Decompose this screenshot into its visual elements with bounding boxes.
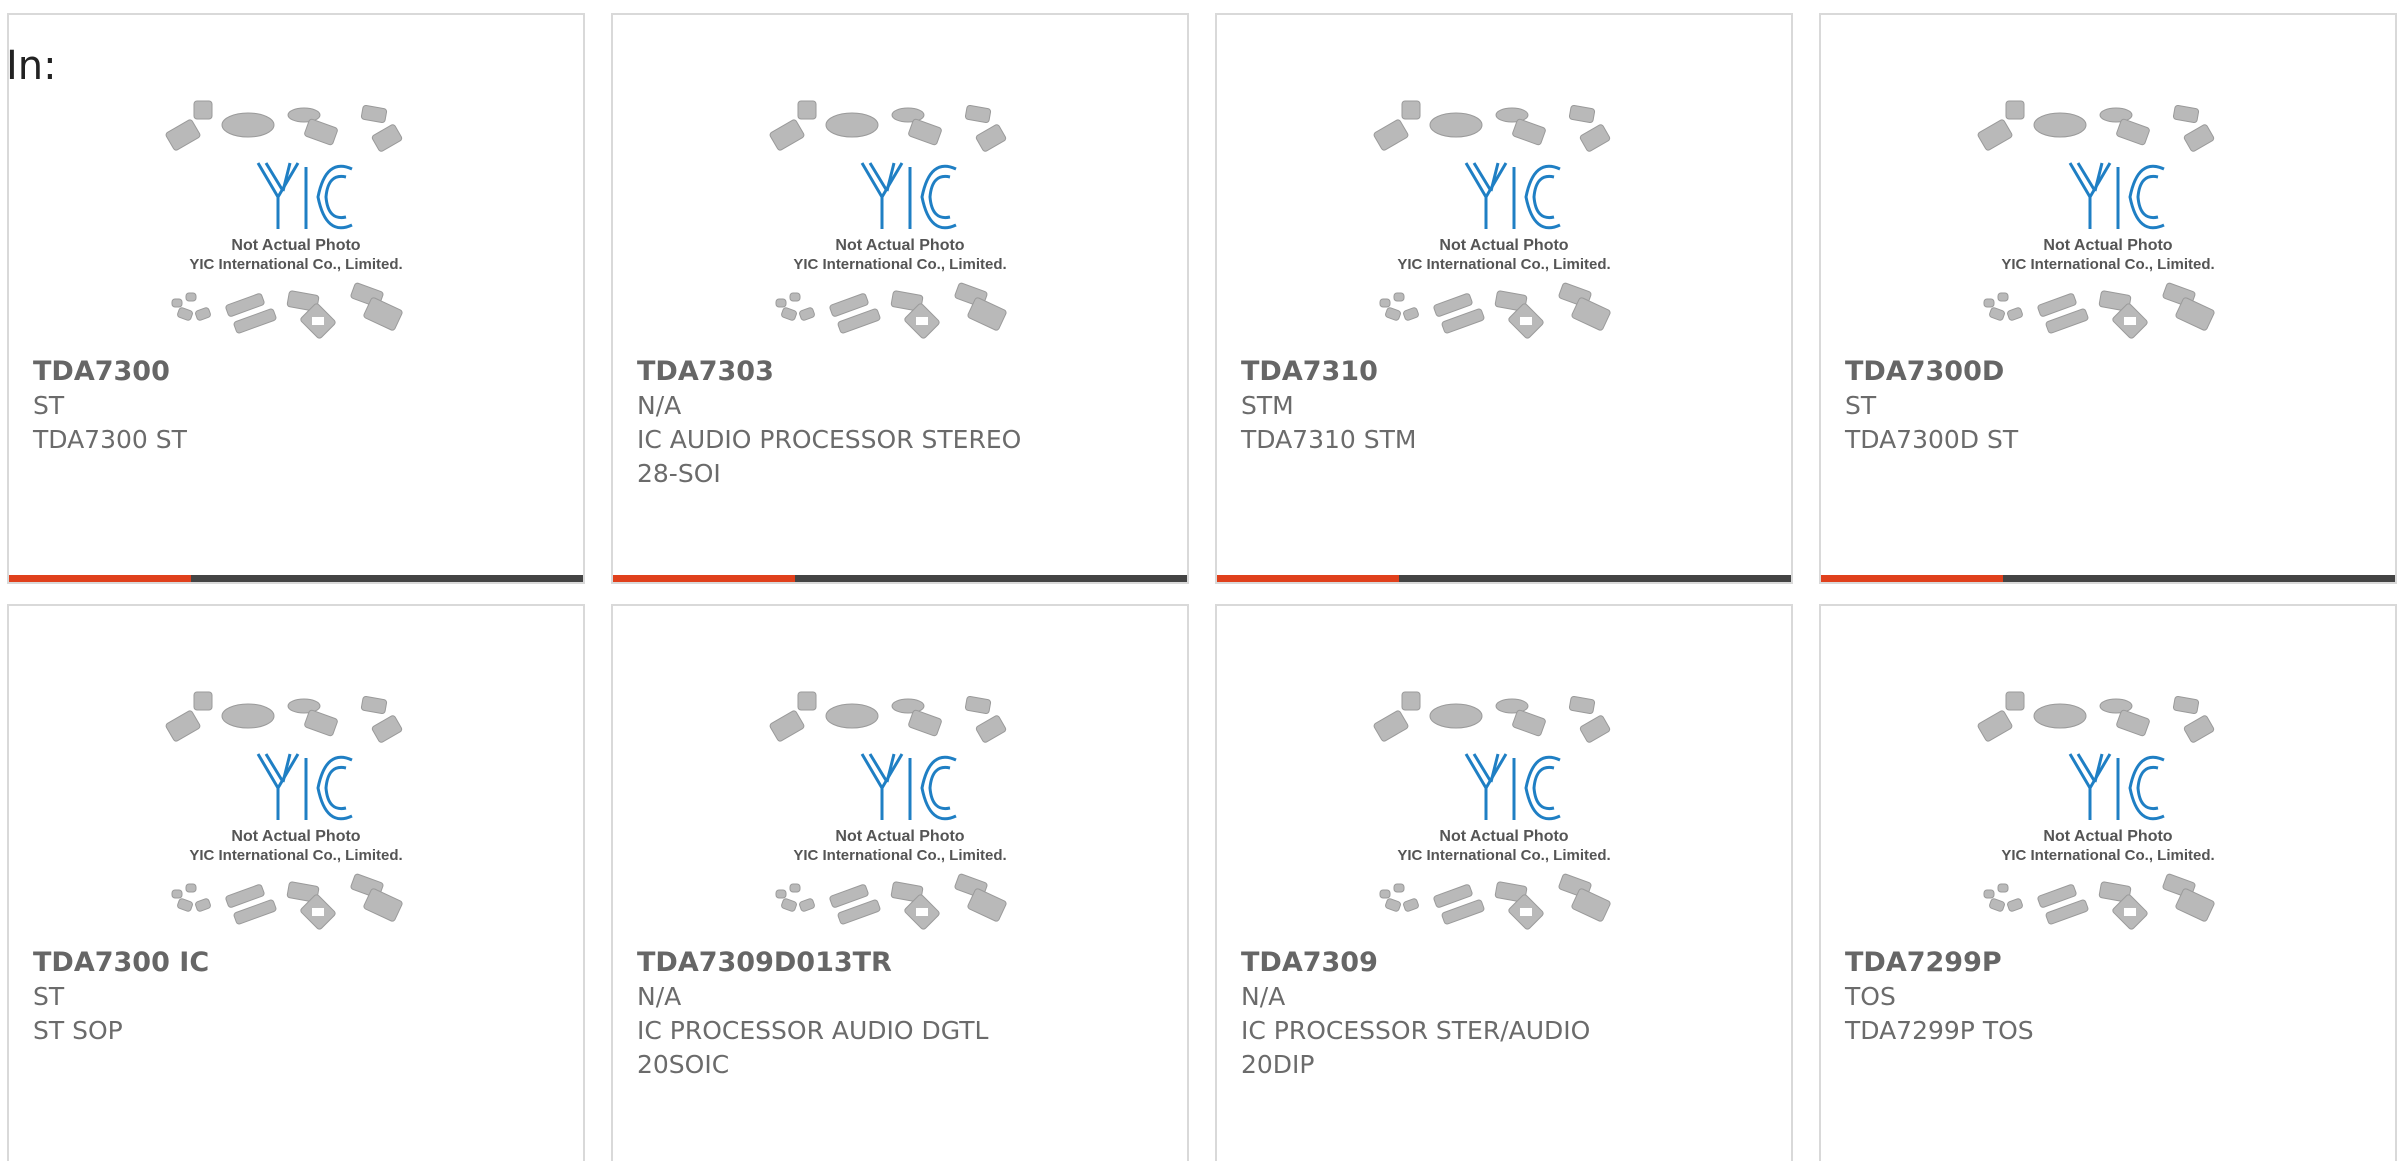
placeholder-line2: YIC International Co., Limited. [2001, 847, 2214, 864]
product-description: TDA7299P TOS [1845, 1016, 2034, 1045]
placeholder-photo-icon: Not Actual Photo YIC International Co., L… [165, 691, 403, 930]
placeholder-photo-icon: Not Actual Photo YIC International Co., L… [1977, 691, 2215, 930]
product-image[interactable]: Not Actual Photo YIC International Co., L… [613, 97, 1187, 357]
placeholder-line1: Not Actual Photo [835, 828, 964, 845]
card-bottom-bar [9, 575, 583, 582]
card-accent-bar [9, 575, 191, 582]
placeholder-line1: Not Actual Photo [1439, 237, 1568, 254]
product-image[interactable]: Not Actual Photo YIC International Co., L… [1821, 97, 2395, 357]
product-info: TDA7309 N/A IC PROCESSOR STER/AUDIO 20DIP [1241, 946, 1775, 1082]
placeholder-line1: Not Actual Photo [835, 237, 964, 254]
product-card[interactable]: Not Actual Photo YIC International Co., L… [1215, 13, 1793, 584]
manufacturer: ST [1845, 391, 1877, 420]
placeholder-photo-icon: Not Actual Photo YIC International Co., L… [1977, 100, 2215, 339]
product-card[interactable]: Not Actual Photo YIC International Co., L… [1819, 13, 2397, 584]
product-card[interactable]: Not Actual Photo YIC International Co., L… [611, 604, 1189, 1161]
placeholder-photo-icon: Not Actual Photo YIC International Co., L… [1373, 100, 1611, 339]
placeholder-line1: Not Actual Photo [2043, 237, 2172, 254]
part-number[interactable]: TDA7310 [1241, 355, 1775, 389]
product-description: ST SOP [33, 1016, 123, 1045]
part-number[interactable]: TDA7309 [1241, 946, 1775, 980]
placeholder-photo-icon: Not Actual Photo YIC International Co., L… [1373, 691, 1611, 930]
placeholder-line2: YIC International Co., Limited. [1397, 847, 1610, 864]
card-accent-bar [1821, 575, 2003, 582]
part-number[interactable]: TDA7300 [33, 355, 567, 389]
product-image[interactable]: Not Actual Photo YIC International Co., L… [9, 97, 583, 357]
placeholder-line1: Not Actual Photo [231, 237, 360, 254]
placeholder-line1: Not Actual Photo [2043, 828, 2172, 845]
product-card[interactable]: Not Actual Photo YIC International Co., L… [1819, 604, 2397, 1161]
product-info: TDA7310 STM TDA7310 STM [1241, 355, 1775, 457]
product-grid: Not Actual Photo YIC International Co., L… [0, 0, 2400, 1161]
placeholder-line1: Not Actual Photo [1439, 828, 1568, 845]
product-card[interactable]: Not Actual Photo YIC International Co., L… [611, 13, 1189, 584]
manufacturer: ST [33, 391, 65, 420]
card-accent-bar [1217, 575, 1399, 582]
card-bottom-bar [613, 575, 1187, 582]
card-bottom-bar [1821, 575, 2395, 582]
product-description: IC PROCESSOR STER/AUDIO 20DIP [1241, 1016, 1591, 1079]
product-image[interactable]: Not Actual Photo YIC International Co., L… [1217, 97, 1791, 357]
product-image[interactable]: Not Actual Photo YIC International Co., L… [9, 688, 583, 948]
product-info: TDA7309D013TR N/A IC PROCESSOR AUDIO DGTL … [637, 946, 1171, 1082]
product-info: TDA7303 N/A IC AUDIO PROCESSOR STEREO 28-S… [637, 355, 1171, 491]
part-number[interactable]: TDA7300D [1845, 355, 2379, 389]
product-card[interactable]: Not Actual Photo YIC International Co., L… [7, 604, 585, 1161]
placeholder-line2: YIC International Co., Limited. [1397, 256, 1610, 273]
product-listing-page: In: Not Actual Photo YIC International Co… [0, 0, 2400, 1161]
part-number[interactable]: TDA7309D013TR [637, 946, 1171, 980]
placeholder-photo-icon: Not Actual Photo YIC International Co., L… [769, 691, 1007, 930]
manufacturer: N/A [637, 982, 682, 1011]
manufacturer: ST [33, 982, 65, 1011]
product-info: TDA7299P TOS TDA7299P TOS [1845, 946, 2379, 1048]
product-image[interactable]: Not Actual Photo YIC International Co., L… [1821, 688, 2395, 948]
placeholder-photo-icon: Not Actual Photo YIC International Co., L… [769, 100, 1007, 339]
product-description: TDA7300D ST [1845, 425, 2019, 454]
product-card[interactable]: Not Actual Photo YIC International Co., L… [1215, 604, 1793, 1161]
product-description: IC AUDIO PROCESSOR STEREO 28-SOI [637, 425, 1022, 488]
product-description: IC PROCESSOR AUDIO DGTL 20SOIC [637, 1016, 989, 1079]
placeholder-line1: Not Actual Photo [231, 828, 360, 845]
manufacturer: N/A [637, 391, 682, 420]
product-info: TDA7300 ST TDA7300 ST [33, 355, 567, 457]
part-number[interactable]: TDA7299P [1845, 946, 2379, 980]
card-bottom-bar [1217, 575, 1791, 582]
placeholder-photo-icon: Not Actual Photo YIC International Co., L… [165, 100, 403, 339]
placeholder-line2: YIC International Co., Limited. [189, 847, 402, 864]
manufacturer: N/A [1241, 982, 1286, 1011]
part-number[interactable]: TDA7303 [637, 355, 1171, 389]
product-card[interactable]: Not Actual Photo YIC International Co., L… [7, 13, 585, 584]
in-label: In: [6, 43, 57, 89]
manufacturer: STM [1241, 391, 1294, 420]
placeholder-line2: YIC International Co., Limited. [793, 847, 1006, 864]
placeholder-line2: YIC International Co., Limited. [189, 256, 402, 273]
card-accent-bar [613, 575, 795, 582]
product-description: TDA7310 STM [1241, 425, 1417, 454]
product-image[interactable]: Not Actual Photo YIC International Co., L… [1217, 688, 1791, 948]
product-image[interactable]: Not Actual Photo YIC International Co., L… [613, 688, 1187, 948]
product-description: TDA7300 ST [33, 425, 187, 454]
product-info: TDA7300D ST TDA7300D ST [1845, 355, 2379, 457]
placeholder-line2: YIC International Co., Limited. [793, 256, 1006, 273]
part-number[interactable]: TDA7300 IC [33, 946, 567, 980]
placeholder-line2: YIC International Co., Limited. [2001, 256, 2214, 273]
manufacturer: TOS [1845, 982, 1896, 1011]
product-info: TDA7300 IC ST ST SOP [33, 946, 567, 1048]
